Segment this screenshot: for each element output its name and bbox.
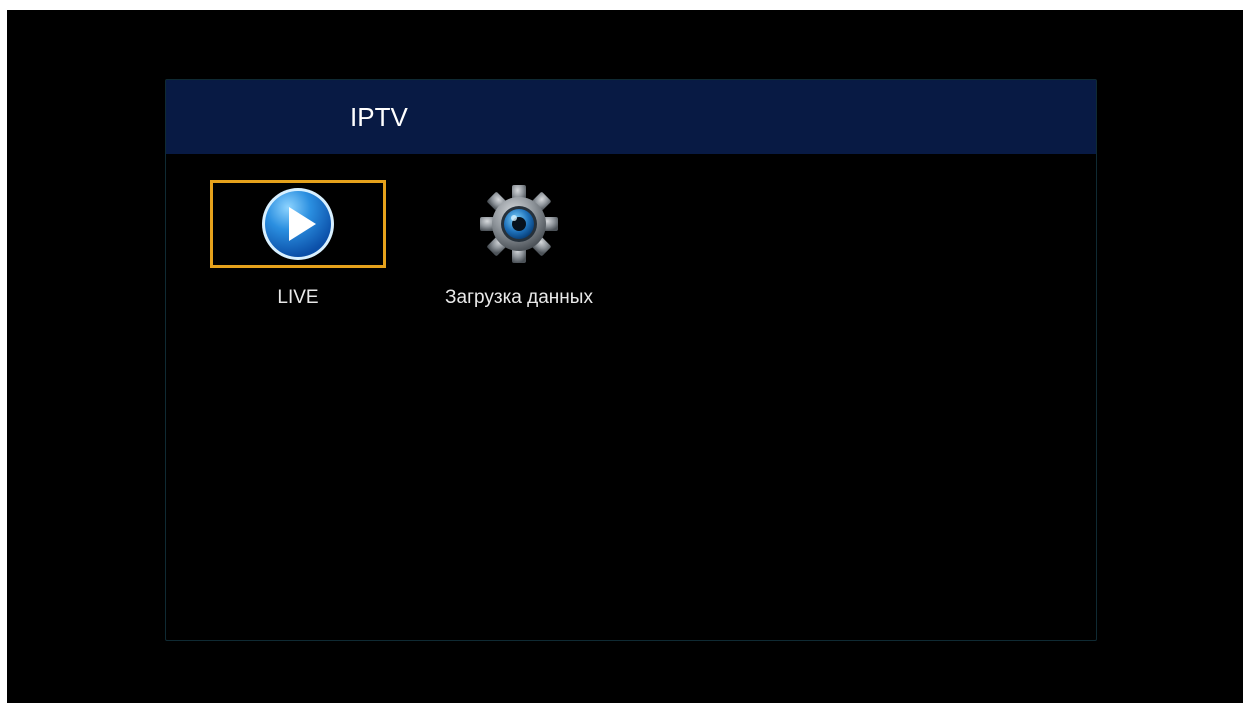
play-icon — [259, 185, 337, 263]
data-download-menu-item[interactable] — [431, 180, 607, 268]
panel-header: IPTV — [166, 80, 1096, 154]
live-label: LIVE — [277, 287, 319, 308]
screen: IPTV LIVE Загрузка данных — [7, 10, 1243, 703]
iptv-panel: IPTV LIVE Загрузка данных — [165, 79, 1097, 641]
data-download-label: Загрузка данных — [445, 287, 593, 308]
live-menu-item[interactable] — [210, 180, 386, 268]
gear-icon — [474, 179, 564, 269]
page-title: IPTV — [350, 102, 408, 132]
